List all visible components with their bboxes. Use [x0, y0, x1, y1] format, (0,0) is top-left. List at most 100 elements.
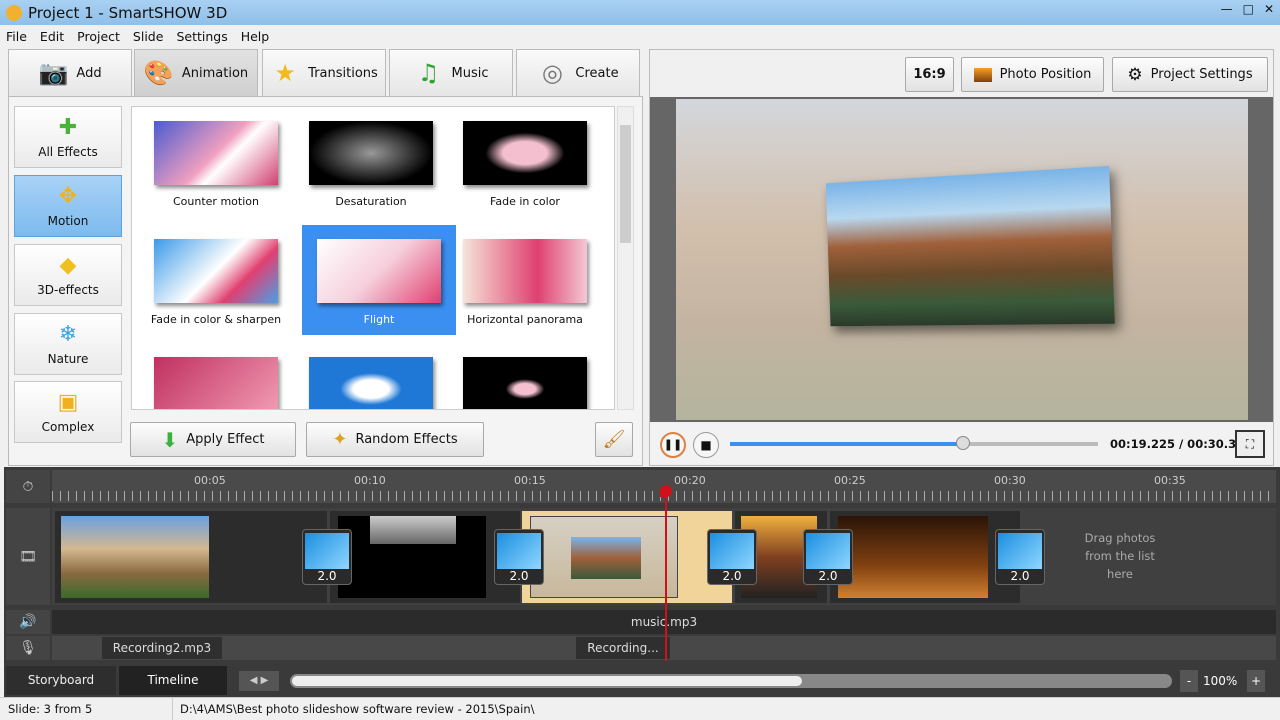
playhead[interactable] — [660, 485, 672, 661]
timeline-scrollbar[interactable] — [290, 674, 1172, 688]
menu-file[interactable]: File — [6, 29, 27, 44]
tab-animation[interactable]: 🎨 Animation — [134, 49, 258, 96]
time-readout: 00:19.225 / 00:30.344 — [1110, 437, 1253, 451]
tab-label: Add — [76, 65, 102, 81]
effect-flight[interactable]: Flight — [302, 225, 456, 335]
effect-fade-in-color-sharpen[interactable]: Fade in color & sharpen — [139, 225, 293, 335]
brush-button[interactable]: 🖌 — [595, 422, 633, 457]
scroll-arrows[interactable]: ◀ ▶ — [239, 671, 279, 691]
effect-horizontal-panorama[interactable]: Horizontal panorama — [448, 225, 602, 335]
transition-5[interactable]: 2.0 — [995, 529, 1045, 585]
music-note-icon: ♫ — [417, 59, 440, 87]
effect-item[interactable] — [139, 343, 293, 409]
fullscreen-button[interactable]: ⛶ — [1235, 430, 1265, 458]
menu-slide[interactable]: Slide — [133, 29, 164, 44]
effect-thumbnail — [154, 357, 278, 409]
window-title: Project 1 - SmartSHOW 3D — [28, 3, 228, 22]
playback-slider[interactable] — [730, 436, 1098, 450]
minimize-button[interactable]: — — [1221, 2, 1233, 16]
slide-1[interactable] — [55, 511, 327, 603]
slide-thumbnail — [838, 516, 988, 598]
close-button[interactable]: ✕ — [1264, 2, 1274, 16]
timeline-button[interactable]: Timeline — [119, 666, 227, 695]
tick-label: 00:10 — [354, 474, 386, 487]
magic-wand-icon: ✦ — [332, 429, 348, 450]
transition-thumbnail — [710, 533, 754, 569]
menu-project[interactable]: Project — [77, 29, 120, 44]
slide-5[interactable] — [830, 511, 1020, 603]
tab-create[interactable]: ◎ Create — [516, 49, 640, 96]
transition-4[interactable]: 2.0 — [803, 529, 853, 585]
timeline-scroll-thumb[interactable] — [292, 676, 802, 686]
effect-item[interactable] — [294, 343, 448, 409]
category-nature[interactable]: ❄ Nature — [14, 313, 122, 375]
photo-position-label: Photo Position — [999, 67, 1092, 82]
category-complex[interactable]: ▣ Complex — [14, 381, 122, 443]
photo-position-button[interactable]: Photo Position — [961, 57, 1104, 92]
slide-2[interactable] — [330, 511, 520, 603]
drop-hint[interactable]: Drag photos from the list here — [1075, 529, 1165, 583]
zoom-in-button[interactable]: + — [1247, 670, 1265, 692]
transition-duration: 2.0 — [509, 569, 529, 583]
transition-thumbnail — [497, 533, 541, 569]
menu-bar: File Edit Project Slide Settings Help — [0, 25, 1280, 47]
recording-clip-2[interactable]: Recording... — [576, 637, 670, 659]
category-label: Nature — [47, 352, 89, 366]
category-motion[interactable]: ✥ Motion — [14, 175, 122, 237]
zoom-out-button[interactable]: - — [1180, 670, 1198, 692]
tick-label: 00:05 — [194, 474, 226, 487]
tab-add[interactable]: 📷 Add — [8, 49, 132, 96]
tick-label: 00:20 — [674, 474, 706, 487]
effect-thumbnail — [463, 121, 587, 185]
transition-3[interactable]: 2.0 — [707, 529, 757, 585]
cube-icon: ◆ — [59, 253, 77, 278]
transition-thumbnail — [806, 533, 850, 569]
recording-clip-1[interactable]: Recording2.mp3 — [102, 637, 222, 659]
timer-icon: ⏱ — [6, 470, 50, 503]
menu-help[interactable]: Help — [241, 29, 270, 44]
storyboard-button[interactable]: Storyboard — [6, 666, 116, 695]
arrow-left-icon[interactable]: ◀ — [250, 675, 258, 686]
effect-counter-motion[interactable]: Counter motion — [139, 107, 293, 217]
film-reel-icon: ◎ — [541, 59, 563, 87]
effects-scrollbar[interactable] — [617, 106, 634, 410]
effect-label: Desaturation — [335, 195, 407, 208]
arrow-down-icon: ⬇ — [161, 427, 179, 452]
playhead-handle[interactable] — [660, 485, 672, 497]
effect-label: Fade in color & sharpen — [150, 313, 282, 326]
brush-icon: 🖌 — [602, 429, 626, 450]
music-track[interactable]: music.mp3 — [52, 610, 1276, 634]
effect-label: Counter motion — [173, 195, 259, 208]
apply-effect-button[interactable]: ⬇ Apply Effect — [130, 422, 296, 457]
transition-thumbnail — [998, 533, 1042, 569]
arrow-right-icon[interactable]: ▶ — [261, 675, 269, 686]
maximize-button[interactable]: □ — [1243, 2, 1254, 16]
effect-thumbnail — [154, 239, 278, 303]
effect-item[interactable] — [448, 343, 602, 409]
transition-2[interactable]: 2.0 — [494, 529, 544, 585]
random-effects-button[interactable]: ✦ Random Effects — [306, 422, 484, 457]
slide-thumbnail — [61, 516, 209, 598]
aspect-ratio-button[interactable]: 16:9 — [905, 57, 954, 92]
playback-handle[interactable] — [956, 436, 971, 450]
menu-edit[interactable]: Edit — [40, 29, 64, 44]
stop-button[interactable]: ■ — [693, 432, 719, 458]
effect-desaturation[interactable]: Desaturation — [294, 107, 448, 217]
tab-transitions[interactable]: ★ Transitions — [262, 49, 386, 96]
tab-music[interactable]: ♫ Music — [389, 49, 513, 96]
slide-counter: Slide: 3 from 5 — [8, 702, 93, 716]
palette-icon: 🎨 — [143, 59, 174, 87]
pause-button[interactable]: ❚❚ — [660, 432, 686, 458]
slides-track-icon: 🎞 — [6, 508, 50, 605]
effect-fade-in-color[interactable]: Fade in color — [448, 107, 602, 217]
slide-3-selected[interactable] — [522, 511, 732, 603]
project-settings-button[interactable]: ⚙ Project Settings — [1112, 57, 1268, 92]
category-3d-effects[interactable]: ◆ 3D-effects — [14, 244, 122, 306]
transition-1[interactable]: 2.0 — [302, 529, 352, 585]
tab-label: Music — [451, 65, 489, 81]
scroll-thumb[interactable] — [620, 125, 631, 243]
effect-thumbnail — [309, 121, 433, 185]
menu-settings[interactable]: Settings — [176, 29, 227, 44]
tick-label: 00:15 — [514, 474, 546, 487]
category-all-effects[interactable]: ✚ All Effects — [14, 106, 122, 168]
